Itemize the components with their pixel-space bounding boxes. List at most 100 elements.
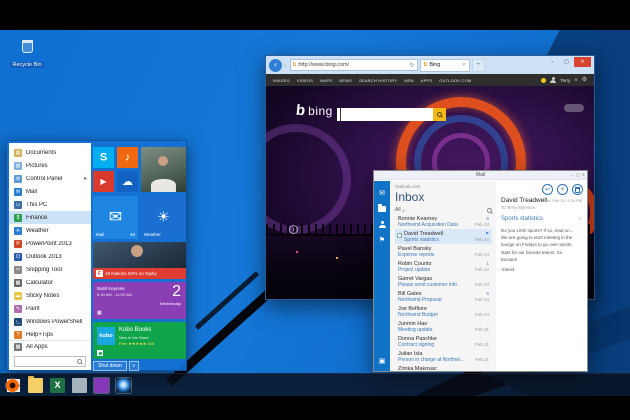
contacts-icon[interactable] bbox=[379, 221, 386, 228]
bing-nav-link[interactable]: IMAGES bbox=[273, 78, 290, 83]
browser-tab[interactable]: b Bing ✕ bbox=[420, 59, 470, 72]
tile-skype[interactable]: S bbox=[93, 147, 114, 168]
app-purple-icon[interactable] bbox=[94, 378, 109, 393]
start-menu-item[interactable]: ▬ Sticky Notes ▸ bbox=[9, 289, 91, 302]
back-button[interactable]: ‹ bbox=[269, 59, 282, 72]
wallpaper-stripe bbox=[195, 271, 259, 330]
bing-search-box[interactable] bbox=[337, 108, 446, 121]
tile-weather[interactable]: ☀ Weather bbox=[141, 196, 186, 239]
inbox-icon[interactable]: ✉ bbox=[379, 190, 385, 197]
calendar-icon: ▦ bbox=[97, 310, 103, 316]
message-list-item[interactable]: David Treadwell Sports statistics ⚑ Feb … bbox=[395, 229, 492, 244]
app-orange-icon[interactable] bbox=[6, 379, 19, 392]
start-search-box[interactable] bbox=[14, 356, 86, 367]
filter-chevron-icon[interactable]: ∨ bbox=[402, 208, 405, 213]
respond-button[interactable]: ↩ bbox=[542, 184, 553, 195]
image-info-button[interactable]: i bbox=[289, 225, 298, 234]
hero-lights bbox=[296, 251, 298, 253]
start-menu-item[interactable]: ☀ Weather ▸ bbox=[9, 224, 91, 237]
message-list-item[interactable]: Pavel Bansky Expense reports Feb 24 bbox=[395, 244, 492, 259]
delete-button[interactable] bbox=[572, 184, 583, 195]
shutdown-chevron-icon[interactable]: ∨ bbox=[129, 361, 139, 371]
message-list-item[interactable]: Robin Counts Project update 1 Feb 24 bbox=[395, 259, 492, 274]
close-button[interactable]: ✕ bbox=[574, 57, 591, 67]
search-icon[interactable] bbox=[487, 208, 492, 213]
minimize-button[interactable]: – bbox=[572, 172, 574, 177]
maximize-button[interactable]: ▢ bbox=[576, 172, 580, 177]
layers-icon[interactable]: ▣ bbox=[379, 358, 386, 365]
bing-search-input[interactable] bbox=[340, 108, 433, 121]
start-menu-item[interactable]: ✉ Mail ▸ bbox=[9, 185, 91, 198]
close-button[interactable]: ✕ bbox=[582, 172, 585, 177]
file-explorer-icon[interactable] bbox=[28, 378, 43, 393]
message-list-item[interactable]: Julian Isla Person in charge at Northwi…… bbox=[395, 349, 492, 364]
message-list-item[interactable]: Joe Belfiore Northwind Budget Feb 24 bbox=[395, 304, 492, 319]
tile-mail[interactable]: ✉ Mail 48 bbox=[93, 196, 138, 239]
folders-icon[interactable] bbox=[378, 206, 386, 212]
message-list-item[interactable]: Junmin Hao Meeting update Feb 21 bbox=[395, 319, 492, 334]
forward-button[interactable]: › bbox=[284, 61, 287, 70]
all-apps-button[interactable]: ▦ All Apps bbox=[9, 340, 91, 353]
maximize-button[interactable]: ▢ bbox=[560, 57, 573, 67]
message-checkbox[interactable] bbox=[397, 233, 402, 238]
url-input[interactable] bbox=[298, 62, 407, 68]
filter-dropdown[interactable]: All bbox=[395, 207, 401, 213]
signed-in-user[interactable]: Terry bbox=[560, 78, 570, 83]
address-bar[interactable]: b ↻ bbox=[290, 59, 418, 71]
gear-icon[interactable]: ⚙ bbox=[582, 77, 587, 83]
flag-icon[interactable]: ⚑ bbox=[379, 237, 385, 244]
start-menu-item[interactable]: ▧ Pictures ▸ bbox=[9, 159, 91, 172]
bing-nav-bar: IMAGES VIDEOS MAPS NEWS SEARCH HISTORY M… bbox=[266, 74, 594, 86]
user-chevron-icon[interactable]: ∨ bbox=[574, 77, 577, 83]
bing-nav-link[interactable]: APPS bbox=[421, 78, 432, 83]
start-search-input[interactable] bbox=[18, 359, 77, 365]
bing-nav-link[interactable]: MSN bbox=[404, 78, 414, 83]
new-tab-button[interactable]: + bbox=[472, 59, 485, 72]
tile-video[interactable]: ▶ bbox=[93, 171, 114, 192]
tile-flipboard[interactable]: F 18 Nations GIFs on Giphy bbox=[93, 242, 186, 279]
message-list-item[interactable]: Bonnie Kearney Northwind Acquisition Dat… bbox=[395, 214, 492, 229]
start-menu-item[interactable]: ▦ Calculator ▸ bbox=[9, 276, 91, 289]
tile-music[interactable]: ♪ bbox=[117, 147, 138, 168]
tile-photos[interactable] bbox=[141, 147, 186, 192]
message-date: Feb 24 bbox=[475, 222, 489, 227]
excel-icon[interactable]: X bbox=[50, 378, 65, 393]
bing-nav-link[interactable]: VIDEOS bbox=[297, 78, 313, 83]
start-menu-item[interactable]: ✂ Snipping Tool ▸ bbox=[9, 263, 91, 276]
bing-nav-link[interactable]: NEWS bbox=[339, 78, 352, 83]
tile-calendar[interactable]: Build Keynote 8:30 AM - 11:00 AM 2 Wedne… bbox=[93, 282, 186, 319]
new-mail-button[interactable]: + bbox=[557, 184, 568, 195]
bing-nav-link[interactable]: SEARCH HISTORY bbox=[359, 78, 397, 83]
app-orb-icon[interactable] bbox=[116, 378, 131, 393]
message-list-item[interactable]: Garret Vargas Please send customer info … bbox=[395, 274, 492, 289]
shutdown-button[interactable]: Shut down bbox=[93, 361, 127, 371]
rewards-icon[interactable] bbox=[541, 78, 546, 83]
mail-window-controls: – ▢ ✕ bbox=[572, 172, 585, 177]
message-list-item[interactable]: Bill Gates Northwind Proposal 6 Feb 24 bbox=[395, 289, 492, 304]
start-menu-item[interactable]: P PowerPoint 2013 ▸ bbox=[9, 237, 91, 250]
start-menu-item[interactable]: $ Finance ▸ bbox=[9, 211, 91, 224]
help-tips-icon: ? bbox=[14, 331, 22, 339]
start-menu-item[interactable]: ⚙ Control Panel ▸ bbox=[9, 172, 91, 185]
message-subject: Project update bbox=[398, 267, 474, 273]
tile-onedrive[interactable]: ☁ bbox=[117, 171, 138, 192]
message-list-item[interactable]: Donna Paschke Contract signing Feb 21 bbox=[395, 334, 492, 349]
message-list-item[interactable]: Zrinka Makovac bbox=[395, 364, 492, 371]
subject-chevron-icon[interactable]: ∨ bbox=[579, 216, 582, 222]
hero-nav-pill[interactable] bbox=[564, 104, 584, 112]
bing-search-button[interactable] bbox=[433, 108, 446, 121]
bing-nav-link[interactable]: MAPS bbox=[320, 78, 332, 83]
tile-kobo[interactable]: kobo Kobo Books New in the Store Free ★★… bbox=[93, 322, 186, 359]
start-menu-item[interactable]: O Outlook 2013 ▸ bbox=[9, 250, 91, 263]
start-menu-item[interactable]: ›_ Windows PowerShell ▸ bbox=[9, 315, 91, 328]
refresh-icon[interactable]: ↻ bbox=[410, 62, 415, 69]
app-gray-icon[interactable] bbox=[72, 378, 87, 393]
start-menu-item[interactable]: ▭ This PC ▸ bbox=[9, 198, 91, 211]
bing-nav-link[interactable]: OUTLOOK.COM bbox=[439, 78, 471, 83]
reading-body: Do you LIKE sports? If so, read on... We… bbox=[501, 227, 582, 263]
minimize-button[interactable]: – bbox=[546, 57, 559, 67]
start-menu-item[interactable]: ▤ Documents ▸ bbox=[9, 146, 91, 159]
tab-close-icon[interactable]: ✕ bbox=[462, 62, 466, 68]
start-menu-item[interactable]: ✎ Paint ▸ bbox=[9, 302, 91, 315]
recycle-bin[interactable]: Recycle Bin bbox=[10, 40, 44, 71]
